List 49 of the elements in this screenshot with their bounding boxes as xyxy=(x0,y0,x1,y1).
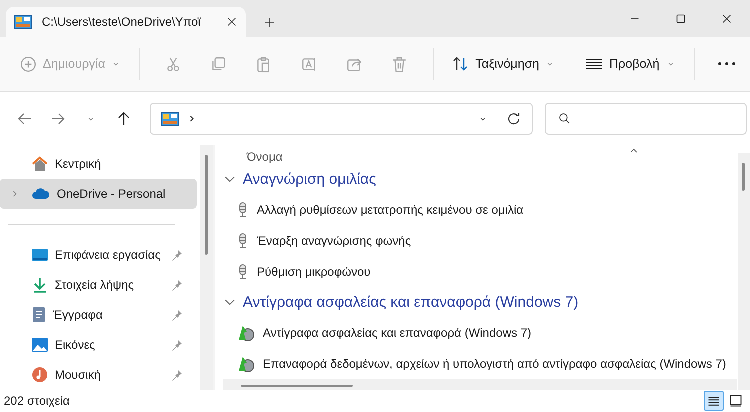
search-icon xyxy=(558,112,571,125)
cloud-icon xyxy=(32,188,50,200)
picture-icon xyxy=(32,337,48,353)
search-field[interactable] xyxy=(545,102,747,134)
plus-circle-icon xyxy=(20,56,37,72)
sidebar-item[interactable]: Μουσική xyxy=(0,360,197,390)
view-button[interactable]: Προβολή xyxy=(577,50,684,78)
control-panel-icon xyxy=(14,15,32,29)
desktop-icon xyxy=(32,248,48,262)
control-panel-icon xyxy=(161,112,179,126)
list-item[interactable]: Έναρξη αναγνώρισης φωνής xyxy=(257,234,412,248)
sidebar-item[interactable]: Έγγραφα xyxy=(0,300,197,330)
column-header[interactable]: Όνομα xyxy=(247,150,283,164)
item-count: 202 στοιχεία xyxy=(4,394,70,408)
scrollbar[interactable] xyxy=(738,153,750,390)
sidebar-item[interactable]: Εικόνες xyxy=(0,330,197,360)
new-tab-icon[interactable] xyxy=(264,17,276,29)
pin-icon xyxy=(171,279,183,291)
pin-icon xyxy=(171,309,183,321)
download-icon xyxy=(32,277,48,293)
pin-icon xyxy=(171,369,183,381)
group-header[interactable]: Αντίγραφα ασφαλείας και επαναφορά (Windows 7) xyxy=(223,287,579,318)
sidebar-item[interactable]: Κεντρική xyxy=(0,149,197,179)
backup-icon xyxy=(237,354,255,373)
list-item[interactable]: Επαναφορά δεδομένων, αρχείων ή υπολογιστή από αντίγραφο ασφαλείας (Windows 7) xyxy=(263,356,726,371)
sidebar-item[interactable]: OneDrive - Personal xyxy=(0,179,197,209)
microphone-icon xyxy=(237,202,249,218)
refresh-icon[interactable] xyxy=(506,110,522,126)
sort-arrows-icon xyxy=(452,56,470,72)
music-icon xyxy=(32,367,48,383)
sort-button[interactable]: Ταξινόμηση xyxy=(444,50,564,78)
microphone-icon xyxy=(237,264,249,280)
details-view-icon[interactable] xyxy=(704,391,724,411)
list-item[interactable]: Αντίγραφα ασφαλείας και επαναφορά (Windows 7) xyxy=(263,326,532,340)
list-item[interactable]: Αλλαγή ρυθμίσεων μετατροπής κειμένου σε ομιλία xyxy=(257,202,524,217)
microphone-icon xyxy=(237,232,249,249)
backup-icon xyxy=(237,324,255,342)
horizontal-scrollbar[interactable] xyxy=(223,379,737,390)
close-icon[interactable] xyxy=(226,16,238,28)
sidebar-item[interactable]: Στοιχεία λήψης xyxy=(0,270,197,300)
pin-icon xyxy=(171,249,183,261)
group-header[interactable]: Αναγνώριση ομιλίας xyxy=(223,164,376,194)
pin-icon xyxy=(171,339,183,351)
house-icon xyxy=(32,156,48,172)
document-icon xyxy=(32,307,46,323)
sidebar-item[interactable]: Επιφάνεια εργασίας xyxy=(0,240,197,270)
scrollbar[interactable] xyxy=(200,145,213,390)
window-tab[interactable]: C:\Users\teste\OneDrive\Υποϊ xyxy=(6,7,246,37)
list-item[interactable]: Ρύθμιση μικροφώνου xyxy=(257,264,371,279)
